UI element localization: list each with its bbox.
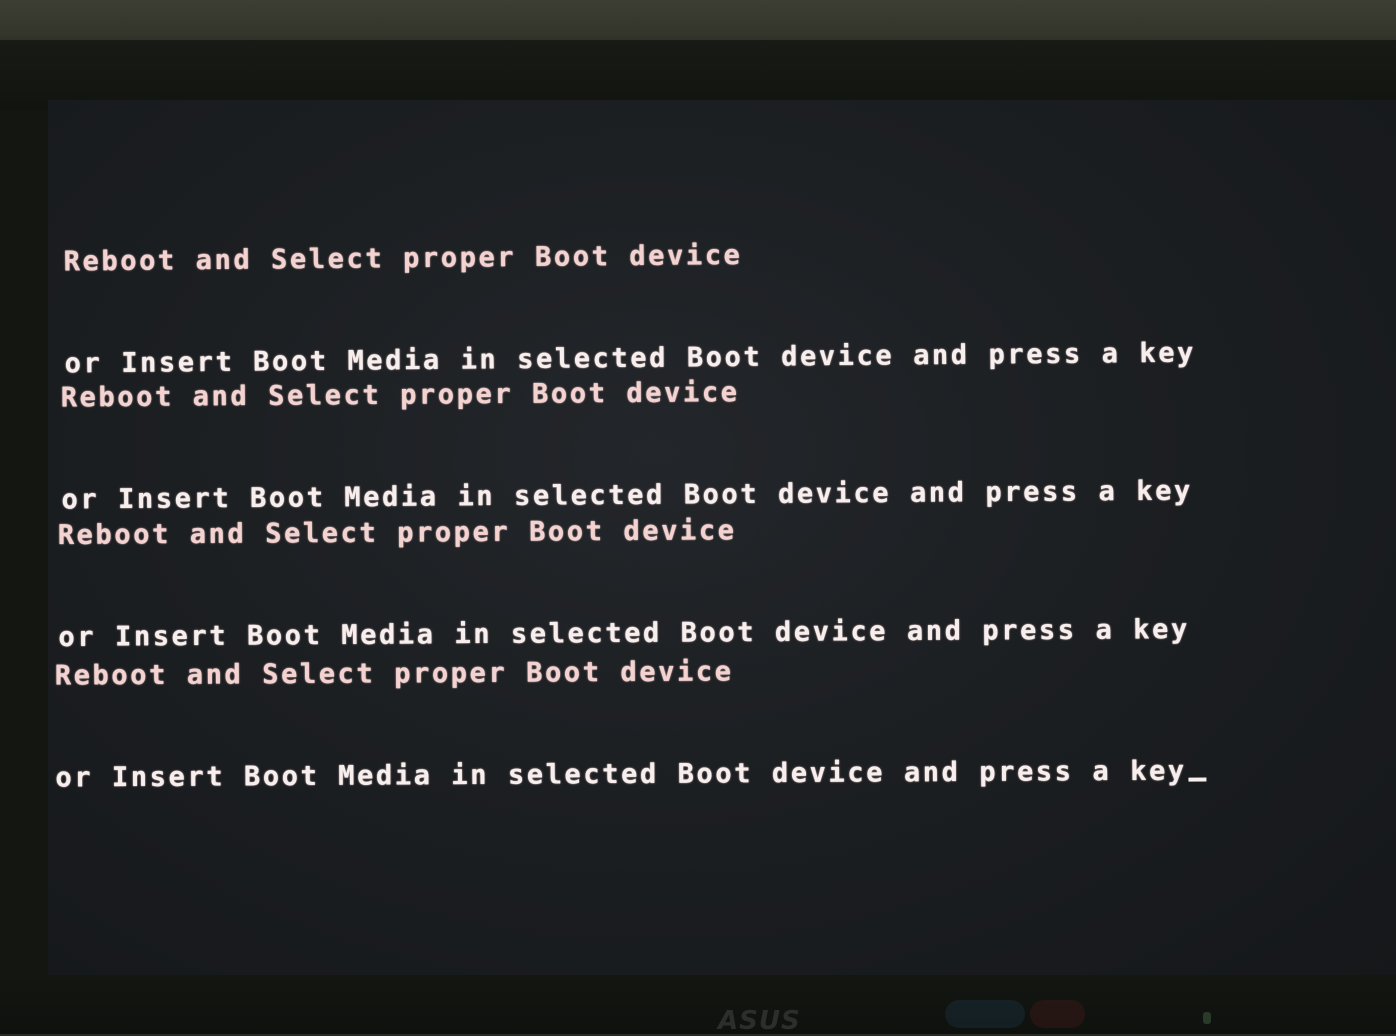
text-cursor [1188, 777, 1207, 782]
boot-error-line-2: or Insert Boot Media in selected Boot de… [55, 754, 1207, 795]
boot-error-line-1: Reboot and Select proper Boot device [57, 515, 737, 551]
boot-error-line-1: Reboot and Select proper Boot device [54, 656, 734, 692]
boot-error-line-2-text: or Insert Boot Media in selected Boot de… [55, 755, 1187, 794]
monitor-sticker-icon [945, 1000, 1025, 1028]
power-button-icon[interactable] [1203, 1012, 1211, 1024]
monitor-sticker-icon [1030, 1000, 1085, 1028]
asus-logo: ASUS [718, 1006, 801, 1036]
boot-error-line-1: Reboot and Select proper Boot device [60, 377, 740, 414]
boot-error-line-1: Reboot and Select proper Boot device [63, 239, 743, 278]
boot-error-message: Reboot and Select proper Boot device or … [54, 584, 1207, 829]
monitor-bezel-bottom [0, 975, 1396, 1034]
